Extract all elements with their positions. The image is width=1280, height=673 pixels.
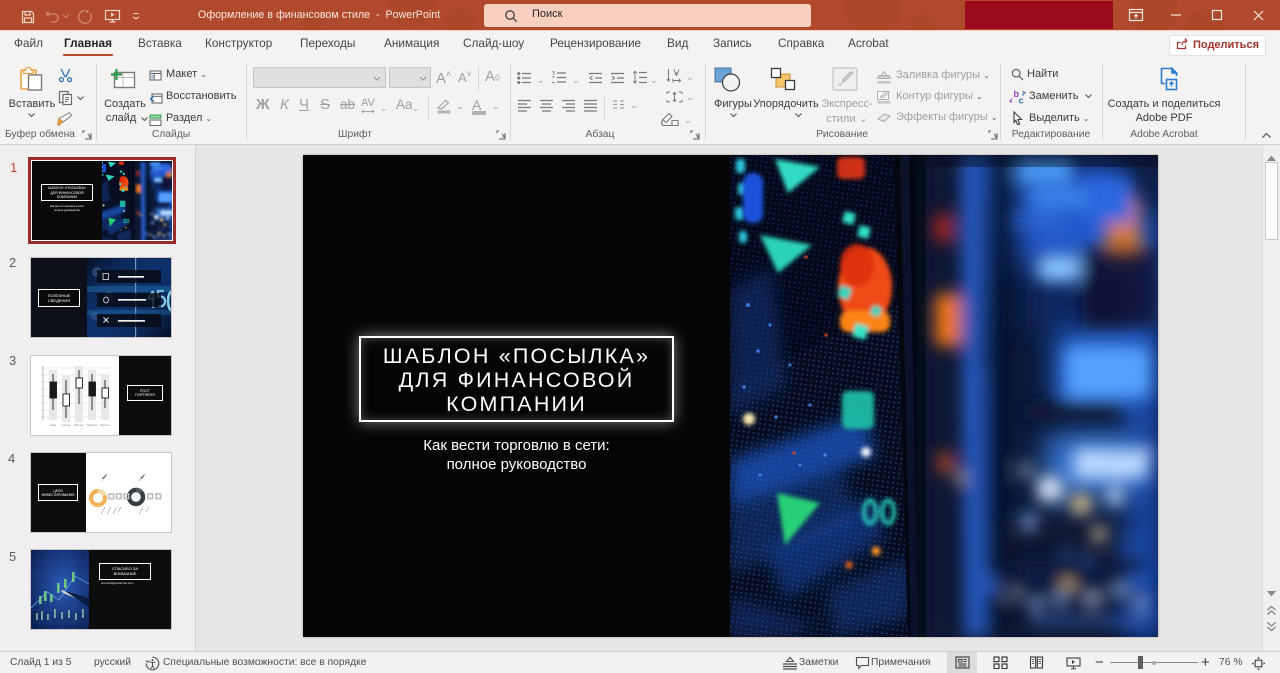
svg-text:Процент: Процент [100,423,111,427]
svg-text:Сделки: Сделки [62,423,71,427]
svg-text:Прибыль: Прибыль [87,423,99,427]
svg-text:Пакет: Пакет [49,423,57,427]
svg-text:Интерес: Интерес [74,423,85,427]
svg-text:c: c [1019,96,1024,106]
